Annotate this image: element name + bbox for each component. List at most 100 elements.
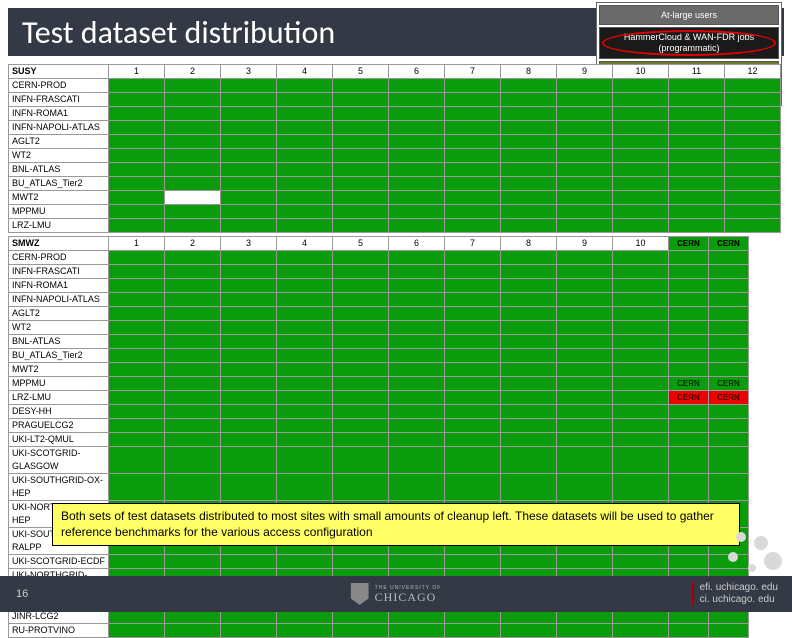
table-row: AGLT2 — [9, 307, 749, 321]
status-cell — [389, 321, 445, 335]
status-cell — [613, 93, 669, 107]
status-cell — [557, 405, 613, 419]
status-cell — [389, 377, 445, 391]
status-cell — [165, 405, 221, 419]
extra-cell — [669, 335, 709, 349]
status-cell — [389, 363, 445, 377]
status-cell — [669, 191, 725, 205]
status-cell — [277, 135, 333, 149]
status-cell — [165, 135, 221, 149]
status-cell — [277, 419, 333, 433]
status-cell — [445, 293, 501, 307]
status-cell — [445, 93, 501, 107]
status-cell — [109, 93, 165, 107]
col-header: 7 — [445, 237, 501, 251]
status-cell — [501, 321, 557, 335]
status-cell — [389, 433, 445, 447]
status-cell — [557, 163, 613, 177]
extra-cell — [669, 265, 709, 279]
status-cell — [277, 433, 333, 447]
status-cell — [557, 107, 613, 121]
status-cell — [725, 121, 781, 135]
status-cell — [613, 321, 669, 335]
status-cell — [557, 363, 613, 377]
status-cell — [501, 177, 557, 191]
status-cell — [501, 191, 557, 205]
status-cell — [389, 163, 445, 177]
status-cell — [333, 135, 389, 149]
status-cell — [109, 79, 165, 93]
col-header: 3 — [221, 237, 277, 251]
status-cell — [501, 265, 557, 279]
legend-hammercloud: HammerCloud & WAN-FDR jobs (programmatic… — [599, 27, 779, 59]
status-cell — [165, 307, 221, 321]
status-cell — [221, 391, 277, 405]
legend-atlarge: At-large users — [599, 5, 779, 25]
status-cell — [445, 279, 501, 293]
table-label: SUSY — [9, 65, 109, 79]
extra-cell — [709, 265, 749, 279]
status-cell — [501, 335, 557, 349]
status-cell — [557, 555, 613, 569]
status-cell — [221, 363, 277, 377]
col-header: 7 — [445, 65, 501, 79]
status-cell — [445, 321, 501, 335]
status-cell — [333, 93, 389, 107]
status-cell — [613, 191, 669, 205]
status-cell — [501, 79, 557, 93]
status-cell — [613, 447, 669, 474]
status-cell — [445, 149, 501, 163]
table-row: BU_ATLAS_Tier2 — [9, 177, 781, 191]
status-cell — [445, 349, 501, 363]
status-cell — [165, 107, 221, 121]
status-cell — [557, 177, 613, 191]
status-cell — [557, 419, 613, 433]
note-box: Both sets of test datasets distributed t… — [52, 503, 740, 546]
col-header: 8 — [501, 237, 557, 251]
status-cell — [725, 135, 781, 149]
extra-cell — [669, 251, 709, 265]
extra-cell — [709, 307, 749, 321]
status-cell — [501, 93, 557, 107]
status-cell — [277, 79, 333, 93]
extra-cell — [669, 624, 709, 638]
status-cell — [333, 219, 389, 233]
status-cell — [109, 205, 165, 219]
status-cell — [613, 349, 669, 363]
status-cell — [445, 433, 501, 447]
table-row: INFN-NAPOLI-ATLAS — [9, 293, 749, 307]
status-cell — [165, 363, 221, 377]
table-row: UKI-SCOTGRID-ECDF — [9, 555, 749, 569]
status-cell — [277, 321, 333, 335]
status-cell — [557, 335, 613, 349]
extra-cell — [669, 307, 709, 321]
status-cell — [501, 307, 557, 321]
status-cell — [501, 447, 557, 474]
site-name: LRZ-LMU — [9, 219, 109, 233]
status-cell — [277, 251, 333, 265]
status-cell — [109, 177, 165, 191]
status-cell — [445, 405, 501, 419]
status-cell — [445, 219, 501, 233]
status-cell — [277, 93, 333, 107]
table-row: BNL-ATLAS — [9, 335, 749, 349]
status-cell — [277, 279, 333, 293]
extra-cell — [669, 321, 709, 335]
status-cell — [557, 265, 613, 279]
status-cell — [165, 149, 221, 163]
status-cell — [165, 205, 221, 219]
status-cell — [445, 191, 501, 205]
status-cell — [389, 251, 445, 265]
status-cell — [389, 107, 445, 121]
status-cell — [613, 149, 669, 163]
site-name: INFN-ROMA1 — [9, 107, 109, 121]
status-cell — [221, 107, 277, 121]
status-cell — [165, 251, 221, 265]
status-cell — [613, 307, 669, 321]
status-cell — [165, 624, 221, 638]
table-row: CERN-PROD — [9, 79, 781, 93]
status-cell — [669, 177, 725, 191]
status-cell — [557, 474, 613, 501]
extra-cell: CERN — [669, 377, 709, 391]
status-cell — [613, 279, 669, 293]
